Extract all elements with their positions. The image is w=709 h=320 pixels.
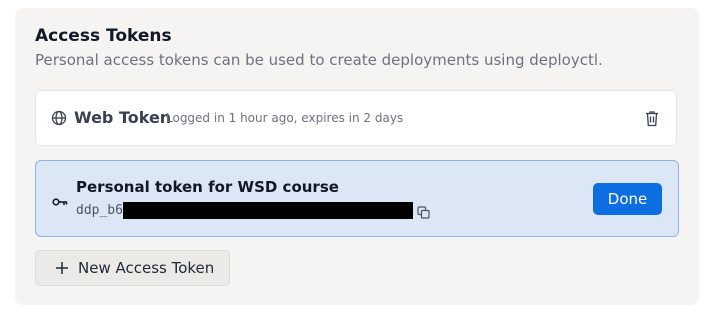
redacted-token: [122, 202, 413, 219]
new-access-token-label: New Access Token: [78, 259, 215, 277]
copy-icon[interactable]: [417, 204, 430, 219]
key-icon: [52, 193, 68, 206]
new-token-row: Personal token for WSD course ddp_b6 Don…: [35, 160, 679, 237]
token-value: ddp_b6: [76, 200, 430, 219]
token-meta: Logged in 1 hour ago, expires in 2 days: [166, 111, 404, 125]
globe-icon: [51, 110, 67, 126]
token-name: Web Token: [74, 108, 172, 127]
section-description: Personal access tokens can be used to cr…: [35, 51, 603, 69]
token-prefix: ddp_b6: [76, 203, 123, 218]
new-token-name: Personal token for WSD course: [76, 178, 339, 196]
new-access-token-button[interactable]: New Access Token: [35, 250, 230, 286]
plus-icon: [55, 261, 69, 275]
access-tokens-panel: Access Tokens Personal access tokens can…: [15, 8, 699, 305]
section-title: Access Tokens: [35, 26, 172, 46]
token-row-web: Web Token Logged in 1 hour ago, expires …: [35, 90, 677, 146]
trash-icon[interactable]: [644, 110, 660, 127]
done-button[interactable]: Done: [593, 183, 662, 215]
